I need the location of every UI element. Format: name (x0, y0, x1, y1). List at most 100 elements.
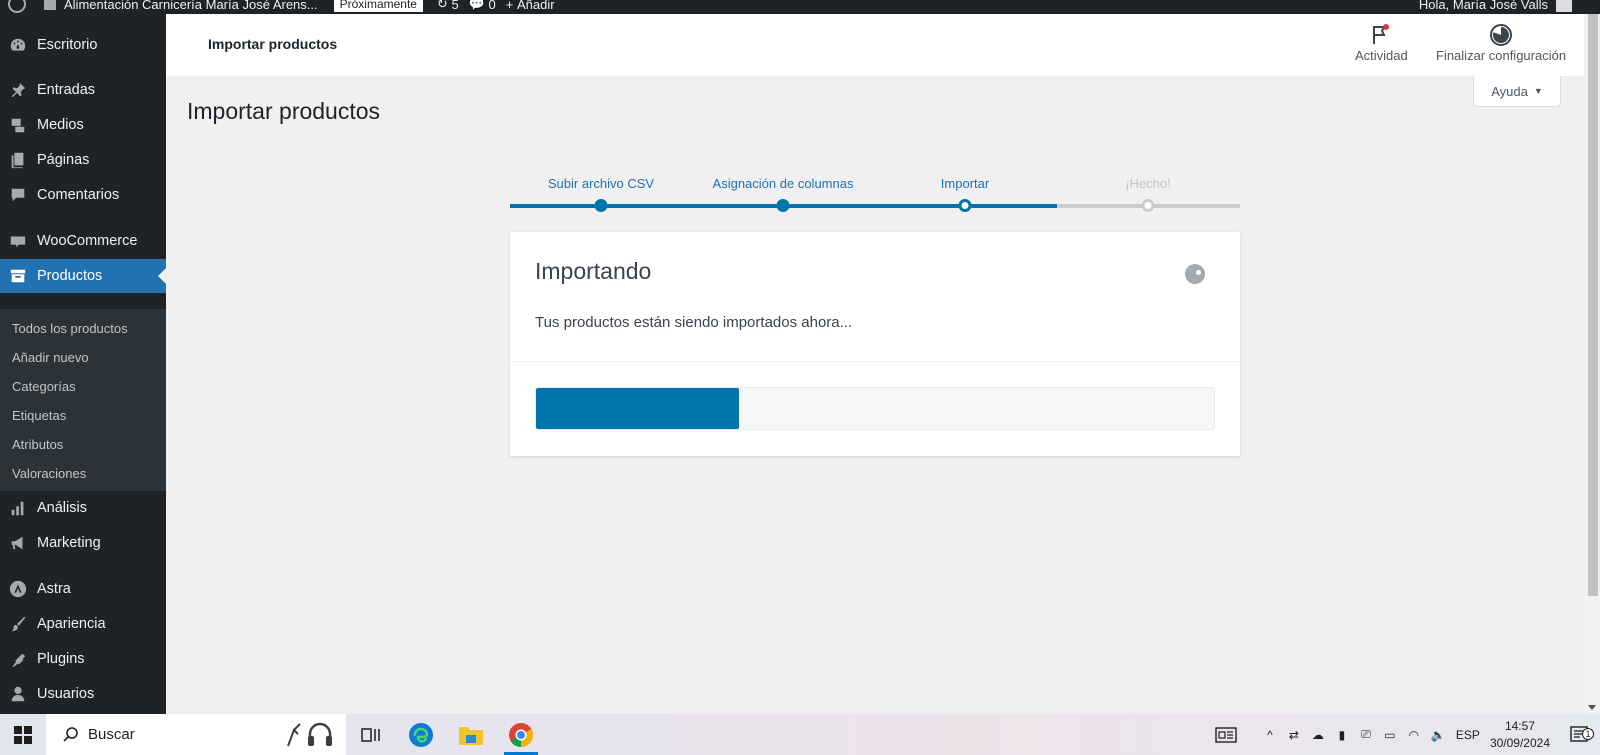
notifications-icon[interactable]: 1 (1560, 725, 1600, 744)
importing-card: Importando Tus productos están siendo im… (510, 232, 1240, 456)
step-label-upload: Subir archivo CSV (547, 176, 655, 191)
import-progress-bar (535, 387, 1215, 430)
sidebar-item-paginas[interactable]: Páginas (0, 143, 166, 177)
pin-icon (8, 80, 28, 100)
taskbar-search[interactable]: Buscar (46, 714, 346, 755)
battery-icon[interactable]: ▭ (1378, 728, 1402, 742)
news-widget-icon[interactable] (1206, 726, 1246, 743)
site-name[interactable]: Alimentación Carnicería María José Arens… (64, 0, 318, 12)
sidebar-item-medios[interactable]: Medios (0, 108, 166, 142)
task-view-button[interactable] (346, 714, 396, 755)
submenu-etiquetas[interactable]: Etiquetas (12, 406, 66, 426)
sidebar-item-astra[interactable]: Astra (0, 572, 166, 606)
greeting[interactable]: Hola, María José Valls (1419, 0, 1548, 12)
sidebar-item-comentarios[interactable]: Comentarios (0, 178, 166, 212)
activity-button[interactable]: Actividad (1355, 22, 1408, 63)
add-new-label: Añadir (517, 0, 555, 12)
sidebar-item-plugins[interactable]: Plugins (0, 642, 166, 676)
sidebar-item-label: Apariencia (37, 616, 106, 632)
submenu-categorias[interactable]: Categorías (12, 377, 76, 397)
taskbar-clock[interactable]: 14:57 30/09/2024 (1490, 718, 1550, 752)
card-title: Importando (535, 258, 652, 284)
updates-counter[interactable]: ↻ 5 (437, 0, 459, 12)
submenu-valoraciones[interactable]: Valoraciones (12, 464, 86, 484)
edge-browser-button[interactable] (396, 714, 446, 755)
submenu-todos-productos[interactable]: Todos los productos (12, 319, 128, 339)
step-dot-upload (594, 199, 608, 212)
notifications-count: 1 (1582, 727, 1594, 740)
sidebar-item-label: Marketing (37, 535, 101, 551)
clock-date: 30/09/2024 (1489, 735, 1550, 750)
sidebar-item-apariencia[interactable]: Apariencia (0, 607, 166, 641)
windows-taskbar: Buscar ^ ⇄ ☁ ▮ ⎚ ▭ ◠ 🔈 ESP 14:57 30/09/2… (0, 714, 1600, 755)
sidebar-item-label: Astra (37, 581, 71, 597)
chrome-icon (509, 722, 534, 747)
sidebar-item-label: Medios (37, 117, 84, 133)
sidebar-item-analisis[interactable]: Análisis (0, 491, 166, 525)
page-scrollbar[interactable] (1584, 14, 1600, 714)
sidebar-item-label: Comentarios (37, 187, 120, 203)
scrollbar-thumb[interactable] (1588, 14, 1598, 596)
chart-bar-icon (8, 498, 28, 518)
folder-icon (459, 726, 483, 745)
speaker-icon[interactable]: 🔈 (1426, 728, 1450, 742)
import-progress-fill (536, 388, 740, 429)
header-title: Importar productos (208, 36, 338, 52)
transfer-arrows-icon[interactable]: ⇄ (1282, 728, 1306, 742)
woocommerce-header: Importar productos Actividad Finalizar c… (166, 14, 1584, 76)
clock-time: 14:57 (1504, 718, 1535, 733)
chrome-browser-button[interactable] (496, 714, 546, 755)
chevron-up-icon[interactable]: ^ (1258, 728, 1282, 742)
sidebar-item-label: WooCommerce (37, 233, 138, 249)
updates-count: 5 (451, 0, 459, 12)
submenu-atributos[interactable]: Atributos (12, 435, 63, 455)
windows-start-button[interactable] (0, 714, 46, 755)
add-new-link[interactable]: + Añadir (506, 0, 555, 12)
help-tab-button[interactable]: Ayuda ▼ (1473, 76, 1561, 107)
sidebar-item-productos[interactable]: Productos (0, 259, 166, 293)
sidebar-item-entradas[interactable]: Entradas (0, 73, 166, 107)
avatar[interactable] (1556, 0, 1572, 12)
plugin-icon (8, 649, 28, 669)
audio-meter-icon[interactable]: ▮ (1330, 728, 1354, 742)
cloud-warning-icon[interactable]: ☁ (1306, 728, 1330, 742)
woocommerce-icon (8, 231, 28, 251)
wifi-icon[interactable]: ◠ (1402, 728, 1426, 742)
sidebar-item-label: Usuarios (37, 686, 95, 702)
input-language[interactable]: ESP (1456, 728, 1480, 742)
loading-spinner-icon (1185, 264, 1205, 284)
sidebar-item-dashboard[interactable]: Escritorio (0, 28, 166, 62)
finish-setup-button[interactable]: Finalizar configuración (1436, 22, 1566, 63)
file-explorer-button[interactable] (446, 714, 496, 755)
import-stepper: Subir archivo CSV Asignación de columnas… (510, 172, 1240, 212)
card-divider (510, 361, 1240, 362)
comments-counter[interactable]: 💬 0 (469, 0, 496, 12)
coming-soon-badge[interactable]: Próximamente (333, 0, 423, 12)
help-label: Ayuda (1491, 83, 1528, 99)
edge-icon (409, 722, 433, 747)
headphones-icon (280, 720, 336, 750)
wordpress-logo-icon[interactable] (8, 0, 26, 13)
caret-down-icon: ▼ (1533, 86, 1543, 96)
search-placeholder: Buscar (88, 726, 135, 743)
sidebar-item-woocommerce[interactable]: WooCommerce (0, 224, 166, 258)
pages-icon (8, 150, 28, 170)
submenu-anadir-nuevo[interactable]: Añadir nuevo (12, 348, 89, 368)
windows-logo-icon (14, 725, 32, 744)
sidebar-item-label: Productos (37, 268, 103, 284)
productos-submenu: Todos los productos Añadir nuevo Categor… (0, 309, 166, 491)
card-description: Tus productos están siendo importados ah… (535, 314, 853, 331)
sidebar-item-marketing[interactable]: Marketing (0, 526, 166, 560)
sidebar-item-usuarios[interactable]: Usuarios (0, 677, 166, 711)
step-label-mapping: Asignación de columnas (712, 176, 854, 191)
user-icon (8, 684, 28, 704)
page-title: Importar productos (187, 98, 381, 124)
search-icon (62, 726, 80, 744)
sidebar-item-label: Análisis (37, 500, 87, 516)
display-icon[interactable]: ⎚ (1354, 727, 1378, 742)
step-label-done: ¡Hecho! (1125, 176, 1171, 191)
media-icon (8, 115, 28, 135)
finish-setup-label: Finalizar configuración (1436, 48, 1567, 63)
dashboard-icon (8, 35, 28, 55)
scroll-down-arrow-icon[interactable] (1588, 705, 1596, 710)
